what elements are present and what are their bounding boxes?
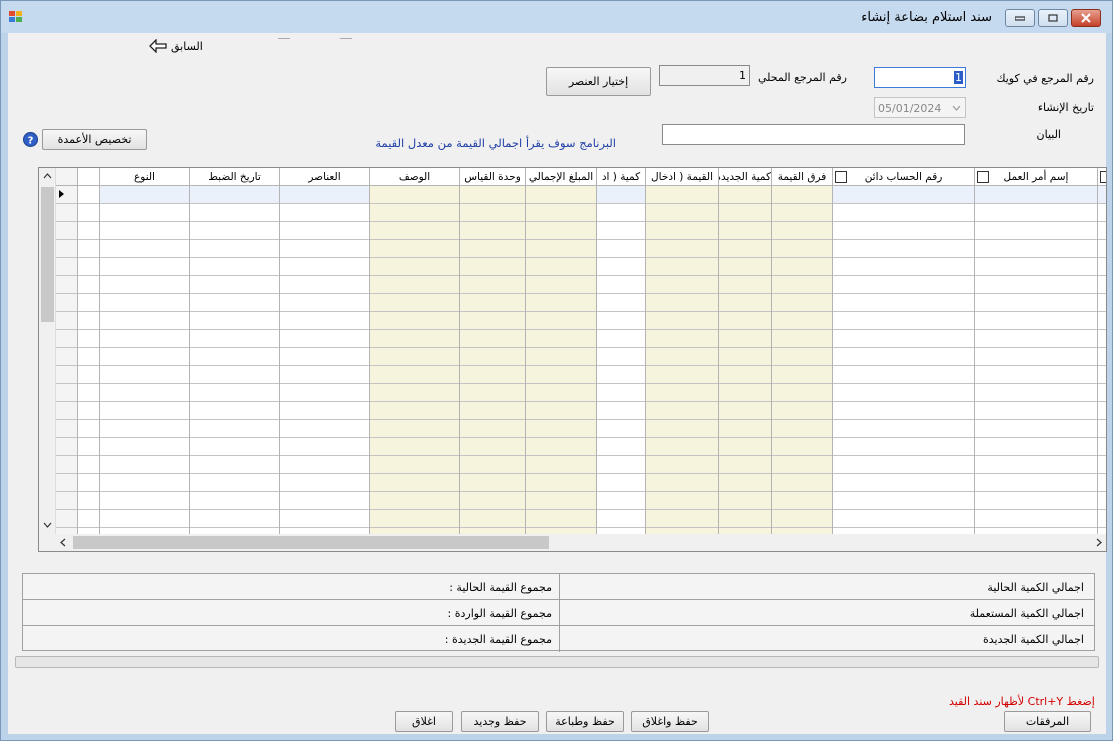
grid-column-type[interactable]: النوع [100,168,190,535]
summary-row: اجمالي الكمية المستعملة مجموع القيمة الو… [23,600,1094,626]
grid-column-partial[interactable] [1098,168,1106,535]
info-text: البرنامج سوف يقرأ اجمالي القيمة من معدل … [375,136,616,150]
minimize-button[interactable] [1005,9,1035,27]
grid-column-new-qty[interactable]: كمية الجديدة [719,168,772,535]
grid-column-items[interactable]: العناصر [280,168,370,535]
column-header[interactable]: النوع [100,168,189,186]
column-header[interactable]: فرق القيمة [772,168,832,186]
grid-column-value-diff[interactable]: فرق القيمة [772,168,833,535]
column-header[interactable]: كمية الجديدة [719,168,771,186]
splitter-mark [340,38,352,39]
column-header[interactable]: كمية ( اد [597,168,645,186]
column-header[interactable]: تاريخ الضبط [190,168,279,186]
grid-column-adjust-date[interactable]: تاريخ الضبط [190,168,280,535]
grid-column-total-amount[interactable]: المبلغ الإجمالي [526,168,597,535]
progress-bar [15,656,1099,668]
svg-text:?: ? [28,136,34,147]
column-header[interactable]: المبلغ الإجمالي [526,168,596,186]
column-checkbox[interactable] [977,171,989,183]
row-selector-column [56,168,78,535]
close-button[interactable] [1071,9,1101,27]
splitter-mark [278,38,290,39]
horizontal-scroll-thumb[interactable] [73,536,549,549]
ref-kuwait-input[interactable]: 1 [874,67,966,88]
save-new-button[interactable]: حفظ وجديد [461,711,539,732]
horizontal-scrollbar[interactable] [39,534,1106,551]
totals-summary: اجمالي الكمية الحالية مجموع القيمة الحال… [22,573,1095,652]
grid-column-description[interactable]: الوصف [370,168,460,535]
column-checkbox[interactable] [1100,171,1106,183]
chevron-up-icon[interactable] [43,173,52,179]
arrow-left-icon [149,39,167,53]
back-label: السابق [171,39,203,53]
form-client-area: السابق رقم المرجع في كويك 1 رقم المرجع ا… [8,33,1107,734]
column-header[interactable]: وحدة القياس [460,168,525,186]
window-title: سند استلام بضاعة إنشاء [861,10,992,25]
statement-label: البيان [1036,128,1061,141]
column-header[interactable]: الوصف [370,168,459,186]
main-window: سند استلام بضاعة إنشاء السابق رقم المرجع… [0,0,1113,741]
select-item-button[interactable]: إختيار العنصر [546,67,651,96]
grid-column-value-input[interactable]: القيمة ( ادخال [646,168,719,535]
back-button[interactable]: السابق [149,38,203,54]
blank-column [78,168,100,535]
attachments-button[interactable]: المرفقات [1004,711,1091,732]
vertical-scrollbar[interactable] [39,168,56,535]
chevron-down-icon[interactable] [43,522,52,528]
column-checkbox[interactable] [835,171,847,183]
maximize-button[interactable] [1038,9,1068,27]
local-ref-label: رقم المرجع المحلي [757,71,847,84]
grid-column-qty-input[interactable]: كمية ( اد [597,168,646,535]
chevron-right-icon[interactable] [1096,538,1102,547]
created-date-label: تاريخ الإنشاء [1037,101,1094,114]
shortcut-hint: إضغط Ctrl+Y لأظهار سند القيد [949,695,1095,708]
statement-input[interactable] [662,124,965,145]
summary-row: اجمالي الكمية الجديدة مجموع القيمة الجدي… [23,626,1094,652]
save-close-button[interactable]: حفظ واغلاق [631,711,709,732]
column-header[interactable]: القيمة ( ادخال [646,168,718,186]
chevron-left-icon[interactable] [60,538,66,547]
customize-columns-button[interactable]: تخصيص الأعمدة [42,129,147,150]
items-grid[interactable]: النوع تاريخ الضبط العناصر الوصف وحدة الق… [38,167,1107,552]
vertical-scroll-thumb[interactable] [41,187,54,322]
minimize-icon [1015,16,1025,21]
close-form-button[interactable]: اغلاق [395,711,453,732]
column-header[interactable]: إسم أمر العمل [975,168,1097,186]
created-date-picker[interactable]: 05/01/2024 [874,97,966,118]
local-ref-field: 1 [659,65,750,86]
save-print-button[interactable]: حفظ وطباعة [546,711,624,732]
summary-row: اجمالي الكمية الحالية مجموع القيمة الحال… [23,574,1094,600]
help-icon[interactable]: ? [23,132,38,147]
app-window-icon [9,11,22,22]
grid-column-work-order[interactable]: إسم أمر العمل [975,168,1098,535]
maximize-icon [1048,14,1058,22]
close-icon [1081,13,1091,23]
grid-column-credit-account[interactable]: رقم الحساب دائن [833,168,975,535]
column-header[interactable]: العناصر [280,168,369,186]
current-row-arrow-icon [59,190,64,198]
grid-column-unit[interactable]: وحدة القياس [460,168,526,535]
title-bar: سند استلام بضاعة إنشاء [1,1,1112,33]
chevron-down-icon [952,105,961,111]
column-header[interactable]: رقم الحساب دائن [833,168,974,186]
ref-kuwait-label: رقم المرجع في كويك [996,72,1094,85]
